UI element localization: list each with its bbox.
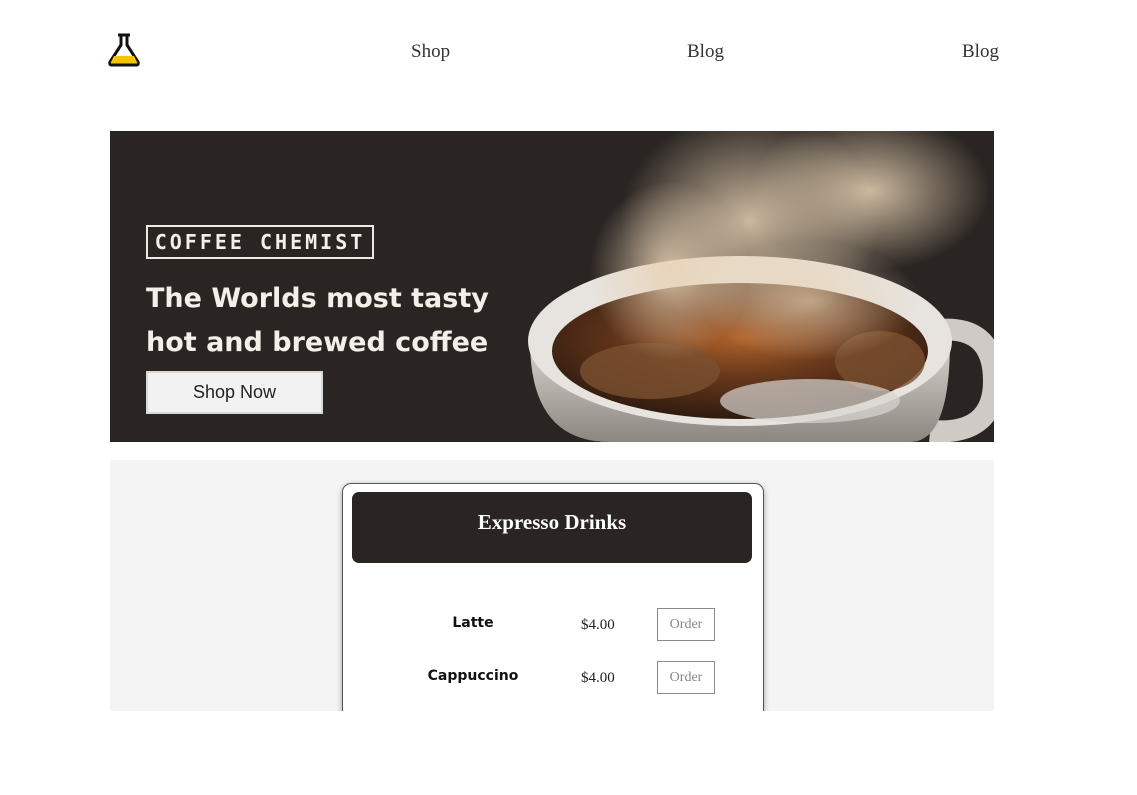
menu-item: Cappuccino $4.00 Order [343, 661, 763, 695]
headline-line-2: hot and brewed coffee [146, 327, 489, 358]
headline-line-1: The Worlds most tasty [146, 283, 489, 314]
brand-text: COFFEE CHEMIST [154, 230, 366, 254]
menu-section: Expresso Drinks Latte $4.00 Order Cappuc… [110, 460, 994, 711]
hero-headline: The Worlds most tasty hot and brewed cof… [146, 277, 526, 365]
brand-logo: COFFEE CHEMIST [146, 225, 374, 259]
item-price: $4.00 [581, 617, 615, 633]
nav-blog-2[interactable]: Blog [962, 41, 999, 63]
item-name: Cappuccino [427, 668, 519, 684]
hero-banner: COFFEE CHEMIST The Worlds most tasty hot… [110, 131, 994, 442]
item-price: $4.00 [581, 670, 615, 686]
menu-title: Expresso Drinks [352, 492, 752, 563]
menu-item: Latte $4.00 Order [343, 608, 763, 642]
nav-shop[interactable]: Shop [411, 41, 450, 63]
order-button[interactable]: Order [657, 608, 715, 641]
flask-icon[interactable] [106, 32, 144, 68]
order-button[interactable]: Order [657, 661, 715, 694]
item-name: Latte [452, 615, 494, 631]
nav-blog[interactable]: Blog [687, 41, 724, 63]
menu-card: Expresso Drinks Latte $4.00 Order Cappuc… [342, 483, 764, 711]
shop-now-button[interactable]: Shop Now [146, 371, 323, 414]
